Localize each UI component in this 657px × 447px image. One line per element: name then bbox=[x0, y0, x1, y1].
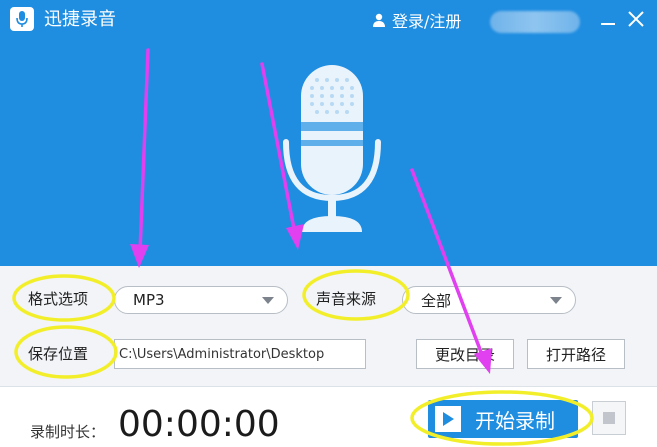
save-location-label: 保存位置 bbox=[28, 345, 89, 363]
login-register-link[interactable]: 登录/注册 bbox=[372, 8, 461, 32]
minimize-button[interactable] bbox=[596, 7, 620, 31]
change-directory-button[interactable]: 更改目录 bbox=[416, 339, 514, 369]
duration-value: 00:00:00 bbox=[118, 404, 280, 445]
title-bar[interactable]: 迅捷录音 登录/注册 bbox=[0, 0, 657, 40]
source-select-value: 全部 bbox=[421, 291, 452, 310]
app-title: 迅捷录音 bbox=[44, 9, 116, 30]
hero-banner: 迅捷录音 登录/注册 bbox=[0, 0, 657, 266]
login-register-label: 登录/注册 bbox=[392, 12, 462, 31]
settings-panel: 格式选项 MP3 声音来源 全部 保存位置 更改目录 打开路径 bbox=[0, 266, 657, 386]
source-label: 声音来源 bbox=[316, 290, 377, 308]
microphone-illustration bbox=[272, 60, 392, 240]
play-icon bbox=[435, 406, 461, 432]
app-logo-icon bbox=[10, 7, 34, 31]
chevron-down-icon bbox=[262, 296, 274, 304]
chevron-down-icon bbox=[550, 296, 562, 304]
stop-button[interactable] bbox=[592, 401, 626, 435]
minimize-icon bbox=[601, 23, 615, 25]
start-recording-label: 开始录制 bbox=[475, 408, 555, 433]
duration-label: 录制时长： bbox=[30, 423, 106, 441]
start-recording-button[interactable]: 开始录制 bbox=[428, 400, 578, 438]
close-button[interactable] bbox=[624, 7, 648, 31]
stop-icon bbox=[603, 412, 615, 424]
close-icon bbox=[628, 11, 644, 27]
app-window: 迅捷录音 登录/注册 格式选项 MP3 声音来源 全部 保存位置 C:\User… bbox=[0, 0, 657, 447]
open-path-button[interactable]: 打开路径 bbox=[527, 339, 625, 369]
save-path-input[interactable] bbox=[114, 339, 366, 369]
microphone-icon bbox=[283, 65, 381, 232]
source-select[interactable]: 全部 bbox=[402, 286, 576, 314]
recording-bar: 录制时长： 00:00:00 开始录制 bbox=[0, 386, 657, 447]
format-select-value: MP3 bbox=[133, 291, 165, 309]
account-info-blurred bbox=[490, 11, 580, 33]
user-icon bbox=[373, 13, 385, 27]
format-label: 格式选项 bbox=[28, 290, 89, 308]
format-select[interactable]: MP3 bbox=[114, 286, 288, 314]
